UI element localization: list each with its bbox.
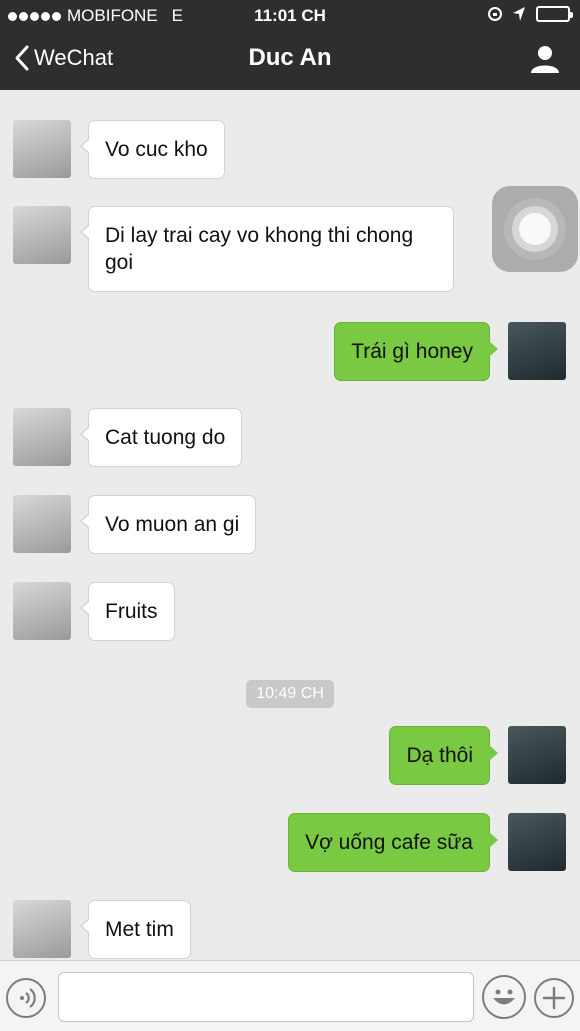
plus-icon — [542, 986, 566, 1010]
my-avatar[interactable] — [508, 322, 566, 380]
message-bubble-incoming[interactable]: Di lay trai cay vo khong thi chong goi — [80, 206, 454, 292]
navigation-bar: WeChat Duc An — [0, 30, 580, 90]
message-bubble-incoming[interactable]: Vo cuc kho — [80, 120, 225, 179]
chat-info-button[interactable] — [528, 42, 562, 76]
battery-icon — [536, 6, 573, 22]
contact-avatar[interactable] — [13, 206, 71, 264]
message-bubble-incoming[interactable]: Fruits — [80, 582, 175, 641]
contact-avatar[interactable] — [13, 900, 71, 958]
more-button[interactable] — [534, 978, 574, 1018]
input-bar — [0, 960, 580, 1031]
message-bubble-incoming[interactable]: Vo muon an gi — [79, 495, 257, 554]
my-avatar[interactable] — [508, 813, 566, 871]
status-icons — [488, 6, 573, 22]
contact-avatar[interactable] — [13, 408, 71, 466]
emoji-button[interactable] — [482, 975, 526, 1019]
timestamp-divider: 10:49 CH — [246, 680, 334, 708]
message-input[interactable] — [58, 972, 474, 1022]
message-bubble-outgoing[interactable]: Vợ uống cafe sữa — [288, 813, 498, 872]
message-bubble-outgoing[interactable]: Dạ thôi — [389, 726, 498, 785]
contact-avatar[interactable] — [13, 120, 71, 178]
assistive-touch-button[interactable] — [492, 186, 578, 272]
status-bar: MOBIFONE E 11:01 CH — [0, 0, 580, 30]
location-arrow-icon — [513, 7, 525, 21]
voice-button[interactable] — [6, 978, 46, 1018]
smiley-icon — [493, 989, 515, 1005]
message-bubble-incoming[interactable]: Met tim — [80, 900, 191, 959]
message-list[interactable]: Vo cuc kho Di lay trai cay vo khong thi … — [0, 90, 580, 960]
message-bubble-incoming[interactable]: Cat tuong do — [79, 408, 243, 467]
my-avatar[interactable] — [508, 726, 566, 784]
contact-avatar[interactable] — [13, 582, 71, 640]
person-icon — [531, 46, 559, 73]
rotation-lock-icon — [488, 7, 502, 21]
voice-icon — [20, 988, 36, 1008]
contact-avatar[interactable] — [13, 495, 71, 553]
message-bubble-outgoing[interactable]: Trái gì honey — [334, 322, 498, 381]
chat-title: Duc An — [248, 44, 332, 71]
